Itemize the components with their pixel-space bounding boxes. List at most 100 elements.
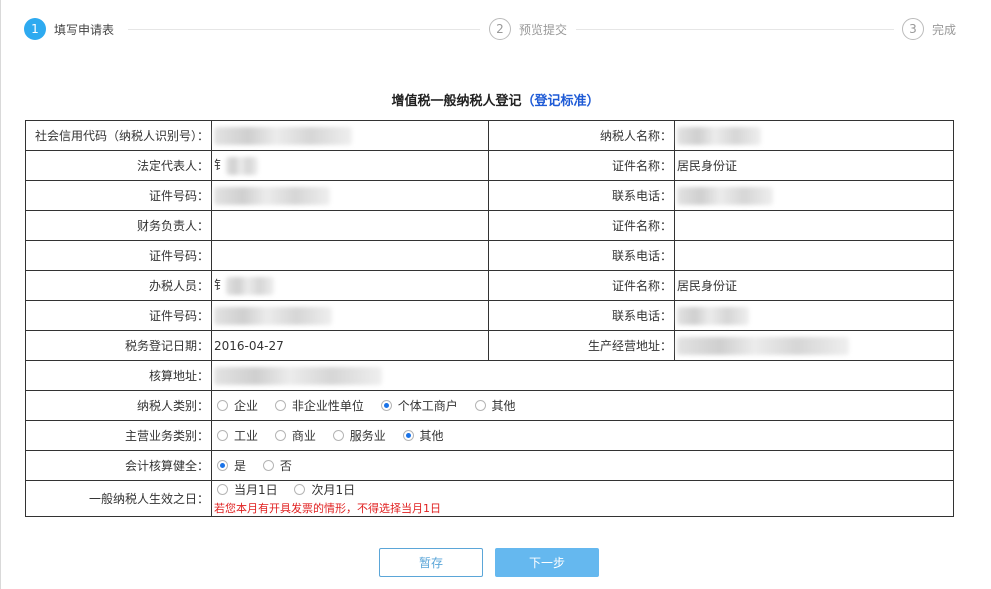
table-row: 核算地址：: [25, 360, 954, 391]
effective-date-options: 当月1日 次月1日 若您本月有开具发票的情形，不得选择当月1日: [211, 480, 954, 517]
redacted-value: [214, 306, 332, 325]
business-commerce-radio[interactable]: [274, 430, 286, 441]
step-preview-submit: 2 预览提交: [489, 18, 567, 40]
effective-next-month-label: 次月1日: [311, 483, 356, 497]
table-row: 纳税人类别： 企业 非企业性单位 个体工商户 其他: [25, 390, 954, 421]
taxpayer-type-enterprise-label: 企业: [234, 399, 259, 413]
taxpayer-type-non-enterprise-radio[interactable]: [274, 400, 286, 411]
taxpayer-type-options: 企业 非企业性单位 个体工商户 其他: [211, 390, 954, 421]
finance-head-label: 财务负责人：: [25, 210, 212, 241]
paren-open: （: [521, 94, 535, 109]
effective-current-month-label: 当月1日: [234, 483, 278, 497]
table-row: 财务负责人： 证件名称：: [25, 210, 954, 241]
finance-phone-label: 联系电话：: [488, 240, 675, 271]
next-step-button[interactable]: 下一步: [495, 548, 599, 577]
accounting-sound-no-radio[interactable]: [262, 460, 274, 471]
step-fill-form: 1 填写申请表: [24, 18, 114, 40]
step-1-number: 1: [24, 18, 46, 40]
tax-agent-label: 办税人员：: [25, 270, 212, 301]
frame-border: [0, 0, 1, 589]
redacted-value: [214, 186, 330, 205]
business-address-value: [674, 330, 954, 361]
finance-phone-value: [674, 240, 954, 271]
step-complete: 3 完成: [902, 18, 956, 40]
tax-agent-text: 钅: [214, 278, 227, 293]
form-title: 增值税一般纳税人登记（登记标准）: [0, 90, 991, 109]
business-service-radio[interactable]: [332, 430, 344, 441]
finance-cert-name-value: [674, 210, 954, 241]
effective-current-month-radio[interactable]: [217, 484, 228, 495]
redacted-value: [677, 306, 749, 325]
finance-cert-no-value: [211, 240, 489, 271]
table-row: 一般纳税人生效之日： 当月1日 次月1日 若您本月有开具发票的情形，不得选择当月…: [25, 480, 954, 517]
step-connector-1: [128, 29, 480, 30]
redacted-value: [226, 156, 259, 175]
table-row: 办税人员： 钅 证件名称： 居民身份证: [25, 270, 954, 301]
credit-code-value: [211, 120, 489, 151]
business-industry-label: 工业: [234, 429, 259, 443]
effective-next-month-radio[interactable]: [294, 484, 306, 495]
finance-cert-no-label: 证件号码：: [25, 240, 212, 271]
business-other-label: 其他: [419, 429, 444, 443]
legal-rep-label: 法定代表人：: [25, 150, 212, 181]
accounting-sound-no-label: 否: [279, 459, 292, 473]
taxpayer-name-value: [674, 120, 954, 151]
main-business-label: 主营业务类别：: [25, 420, 212, 451]
effective-date-warning: 若您本月有开具发票的情形，不得选择当月1日: [214, 502, 441, 515]
paren-close: ）: [586, 94, 600, 109]
agent-cert-no-value: [211, 300, 489, 331]
registration-standard-link-text: 登记标准: [534, 94, 587, 109]
progress-stepper: 1 填写申请表 2 预览提交 3 完成: [0, 0, 991, 60]
legal-rep-cert-name-label: 证件名称：: [488, 150, 675, 181]
taxpayer-name-label: 纳税人名称：: [488, 120, 675, 151]
taxpayer-type-other-radio[interactable]: [474, 400, 486, 411]
taxpayer-type-other-label: 其他: [491, 399, 516, 413]
step-2-label: 预览提交: [519, 22, 568, 37]
agent-cert-name-label: 证件名称：: [488, 270, 675, 301]
tax-reg-date-label: 税务登记日期：: [25, 330, 212, 361]
step-2-number: 2: [489, 18, 511, 40]
save-draft-button[interactable]: 暂存: [379, 548, 483, 577]
table-row: 社会信用代码（纳税人识别号）： 纳税人名称：: [25, 120, 954, 151]
step-3-number: 3: [902, 18, 924, 40]
accounting-sound-options: 是 否: [211, 450, 954, 481]
taxpayer-type-individual-radio[interactable]: [380, 400, 392, 411]
legal-rep-text: 钅: [214, 158, 227, 173]
table-row: 税务登记日期： 2016-04-27 生产经营地址：: [25, 330, 954, 361]
business-address-label: 生产经营地址：: [488, 330, 675, 361]
business-industry-radio[interactable]: [217, 430, 228, 441]
step-1-label: 填写申请表: [54, 22, 115, 37]
table-row: 法定代表人： 钅 证件名称： 居民身份证: [25, 150, 954, 181]
credit-code-label: 社会信用代码（纳税人识别号）：: [25, 120, 212, 151]
redacted-value: [214, 126, 352, 145]
redacted-value: [214, 366, 382, 385]
legal-rep-cert-name-value: 居民身份证: [674, 150, 954, 181]
business-commerce-label: 商业: [291, 429, 316, 443]
accounting-sound-yes-radio[interactable]: [217, 460, 228, 471]
step-3-label: 完成: [932, 22, 957, 37]
legal-rep-value: 钅: [211, 150, 489, 181]
taxpayer-type-individual-label: 个体工商户: [397, 399, 458, 413]
taxpayer-type-non-enterprise-label: 非企业性单位: [291, 399, 364, 413]
accounting-address-label: 核算地址：: [25, 360, 212, 391]
business-service-label: 服务业: [349, 429, 386, 443]
legal-rep-phone-label: 联系电话：: [488, 180, 675, 211]
agent-phone-value: [674, 300, 954, 331]
finance-head-value: [211, 210, 489, 241]
agent-cert-no-label: 证件号码：: [25, 300, 212, 331]
table-row: 主营业务类别： 工业 商业 服务业 其他: [25, 420, 954, 451]
redacted-value: [677, 126, 761, 145]
agent-cert-name-value: 居民身份证: [674, 270, 954, 301]
registration-standard-link[interactable]: （登记标准）: [521, 94, 599, 109]
legal-rep-cert-no-value: [211, 180, 489, 211]
redacted-value: [226, 276, 275, 295]
accounting-sound-label: 会计核算健全：: [25, 450, 212, 481]
business-other-radio[interactable]: [402, 430, 414, 441]
taxpayer-type-enterprise-radio[interactable]: [217, 400, 228, 411]
accounting-address-value: [211, 360, 954, 391]
main-business-options: 工业 商业 服务业 其他: [211, 420, 954, 451]
accounting-sound-yes-label: 是: [234, 459, 247, 473]
redacted-value: [677, 336, 849, 355]
step-connector-2: [576, 29, 894, 30]
table-row: 证件号码： 联系电话：: [25, 180, 954, 211]
